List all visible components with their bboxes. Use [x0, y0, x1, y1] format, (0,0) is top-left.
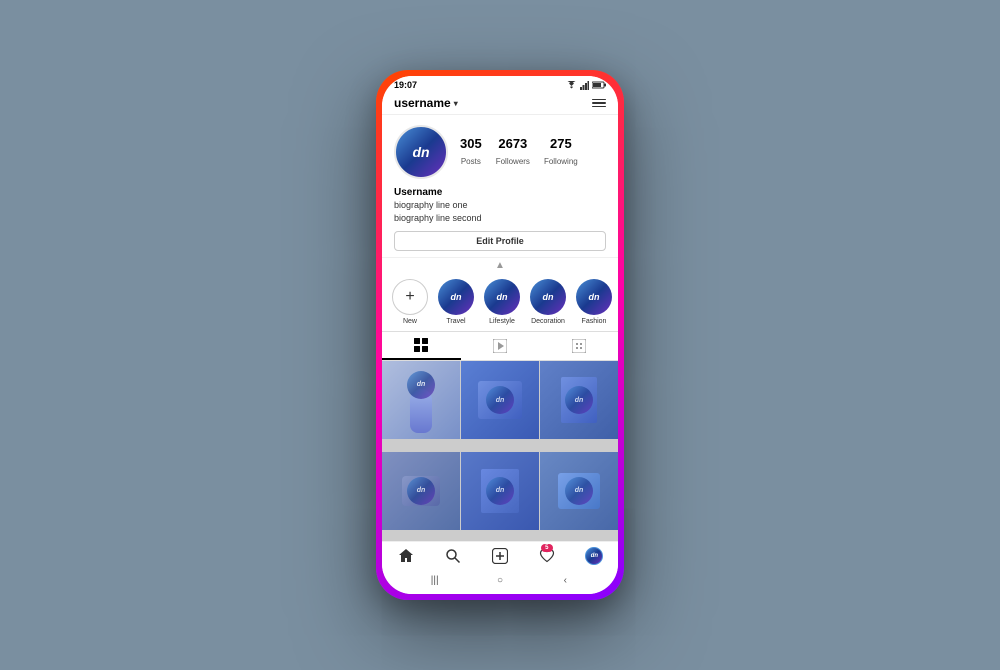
grid-cell-4[interactable]: dn — [382, 452, 460, 530]
nav-add[interactable] — [476, 548, 523, 564]
highlight-travel-label: Travel — [446, 318, 465, 325]
highlight-fashion[interactable]: dn Fashion — [576, 279, 612, 325]
bio-line-2: biography line second — [394, 212, 606, 225]
grid-cell-1[interactable]: dn — [382, 361, 460, 439]
android-home-btn[interactable]: ○ — [492, 572, 508, 588]
status-bar: 19:07 — [382, 76, 618, 92]
android-back-btn[interactable]: ‹ — [557, 572, 573, 588]
add-highlight-icon: + — [405, 289, 414, 305]
nav-avatar-letters: dn — [591, 553, 598, 559]
android-recent-btn[interactable]: ||| — [427, 572, 443, 588]
menu-icon[interactable] — [592, 99, 606, 108]
username-label: username — [394, 96, 451, 110]
content-tabs — [382, 331, 618, 361]
tagged-icon — [572, 339, 586, 353]
nav-search[interactable] — [429, 548, 476, 564]
home-icon — [398, 548, 414, 564]
grid2-logo: dn — [496, 397, 505, 404]
highlight-new[interactable]: + New — [392, 279, 428, 325]
avatar[interactable]: dn — [394, 125, 448, 179]
profile-section: dn 305 Posts 2673 Followers 275 Followin… — [382, 115, 618, 257]
grid4-logo: dn — [417, 487, 426, 494]
profile-name: Username — [394, 187, 606, 198]
grid6-logo: dn — [575, 487, 584, 494]
highlight-decoration-label: Decoration — [531, 318, 565, 325]
following-label: Following — [544, 157, 578, 166]
bottom-navigation: 5 dn — [382, 541, 618, 568]
stat-following: 275 Following — [544, 136, 578, 169]
nav-home[interactable] — [382, 548, 429, 564]
profile-header: dn 305 Posts 2673 Followers 275 Followin… — [394, 125, 606, 179]
highlight-travel[interactable]: dn Travel — [438, 279, 474, 325]
highlight-new-label: New — [403, 318, 417, 325]
following-count: 275 — [544, 136, 578, 151]
posts-count: 305 — [460, 136, 482, 151]
collapse-button[interactable]: ▲ — [382, 257, 618, 273]
tab-grid[interactable] — [382, 332, 461, 360]
grid1-logo: dn — [417, 381, 426, 388]
chevron-down-icon: ▾ — [454, 99, 458, 108]
battery-icon — [592, 81, 606, 89]
highlight-fashion-label: Fashion — [582, 318, 607, 325]
followers-label: Followers — [496, 157, 530, 166]
photo-grid: dn dn dn dn dn dn — [382, 361, 618, 541]
grid5-logo: dn — [496, 487, 505, 494]
grid-cell-6[interactable]: dn — [540, 452, 618, 530]
stat-posts: 305 Posts — [460, 136, 482, 169]
grid-cell-2[interactable]: dn — [461, 361, 539, 439]
notification-badge: 5 — [541, 544, 553, 552]
phone-device: 19:07 — [376, 70, 624, 600]
stat-followers: 2673 Followers — [496, 136, 530, 169]
highlight-fashion-letters: dn — [589, 292, 600, 302]
highlights-section: + New dn Travel dn Lifestyle dn D — [382, 273, 618, 331]
username-dropdown[interactable]: username ▾ — [394, 96, 458, 110]
nav-profile-avatar: dn — [585, 547, 603, 565]
grid-view-icon — [414, 338, 428, 352]
highlight-decoration[interactable]: dn Decoration — [530, 279, 566, 325]
highlight-lifestyle-letters: dn — [497, 292, 508, 302]
grid3-logo: dn — [575, 397, 584, 404]
bio-line-1: biography line one — [394, 199, 606, 212]
stats-row: 305 Posts 2673 Followers 275 Following — [460, 136, 578, 169]
grid-cell-5[interactable]: dn — [461, 452, 539, 530]
phone-screen: 19:07 — [382, 76, 618, 594]
edit-profile-button[interactable]: Edit Profile — [394, 231, 606, 251]
highlight-lifestyle[interactable]: dn Lifestyle — [484, 279, 520, 325]
search-icon — [445, 548, 461, 564]
posts-label: Posts — [461, 157, 481, 166]
signal-icon — [580, 81, 589, 90]
status-time: 19:07 — [394, 80, 417, 90]
android-navigation: ||| ○ ‹ — [382, 568, 618, 594]
grid-cell-3[interactable]: dn — [540, 361, 618, 439]
nav-notifications[interactable]: 5 — [524, 548, 571, 564]
add-post-icon — [492, 548, 508, 564]
highlight-travel-letters: dn — [451, 292, 462, 302]
tab-video[interactable] — [461, 332, 540, 360]
wifi-icon — [566, 81, 577, 90]
highlight-lifestyle-label: Lifestyle — [489, 318, 515, 325]
followers-count: 2673 — [496, 136, 530, 151]
status-icons — [566, 81, 606, 90]
highlight-decoration-letters: dn — [543, 292, 554, 302]
nav-profile[interactable]: dn — [571, 547, 618, 565]
avatar-letters: dn — [412, 144, 429, 160]
app-bar: username ▾ — [382, 92, 618, 115]
video-play-icon — [493, 339, 507, 353]
tab-tagged[interactable] — [539, 332, 618, 360]
